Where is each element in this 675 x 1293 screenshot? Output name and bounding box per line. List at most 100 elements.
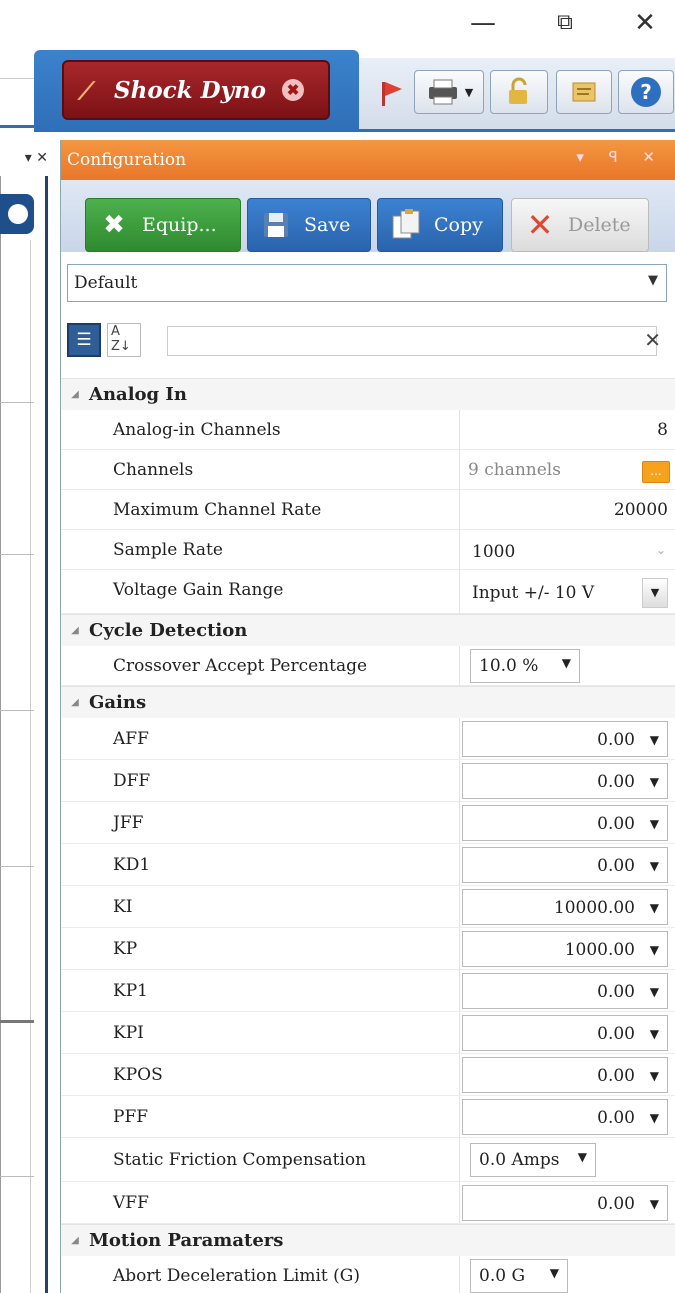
minimize-icon: —	[470, 8, 496, 38]
property-row[interactable]: KD1 0.00 ▼	[61, 844, 675, 886]
property-row[interactable]: KP1 0.00 ▼	[61, 970, 675, 1012]
category-title: Cycle Detection	[89, 620, 248, 641]
chevron-down-icon[interactable]: ▼	[650, 806, 659, 842]
numeric-field[interactable]: 1000.00 ▼	[462, 931, 668, 967]
categorized-view-icon[interactable]: ☰	[67, 323, 101, 357]
property-row[interactable]: JFF 0.00 ▼	[61, 802, 675, 844]
numeric-field[interactable]: 0.00 ▼	[462, 1185, 668, 1221]
property-value: 1000.00	[564, 940, 635, 960]
property-row[interactable]: Channels 9 channels ...	[61, 450, 675, 490]
chevron-down-icon[interactable]: ▼	[650, 722, 659, 758]
property-name: KPOS	[113, 1065, 163, 1085]
equip-button[interactable]: ✖ Equip...	[85, 198, 241, 252]
property-row[interactable]: Analog-in Channels 8	[61, 410, 675, 450]
collapse-triangle-icon[interactable]: ◢	[61, 625, 89, 636]
property-row[interactable]: KI 10000.00 ▼	[61, 886, 675, 928]
chevron-down-icon[interactable]: ▼	[650, 1058, 659, 1094]
property-name: KP1	[113, 981, 148, 1001]
clear-search-icon[interactable]: ✕	[644, 328, 661, 352]
category-gains[interactable]: ◢ Gains	[61, 686, 675, 718]
category-motion-parameters[interactable]: ◢ Motion Paramaters	[61, 1224, 675, 1256]
category-analog-in[interactable]: ◢ Analog In	[61, 378, 675, 410]
left-pane-selected-item[interactable]	[0, 194, 34, 234]
category-cycle-detection[interactable]: ◢ Cycle Detection	[61, 614, 675, 646]
left-pane-scrollbar[interactable]	[30, 240, 44, 1293]
sample-rate-dropdown[interactable]: 1000 ⌄	[459, 530, 675, 570]
property-value: 8	[657, 420, 668, 440]
chevron-down-icon[interactable]: ▼	[650, 932, 659, 968]
numeric-field[interactable]: 0.00 ▼	[462, 805, 668, 841]
flag-button[interactable]	[376, 76, 406, 110]
abort-deceleration-combo[interactable]: 0.0 G ▼	[470, 1259, 568, 1293]
property-row[interactable]: Abort Deceleration Limit (G) 0.0 G ▼	[61, 1256, 675, 1293]
property-row[interactable]: Static Friction Compensation 0.0 Amps ▼	[61, 1138, 675, 1182]
property-row[interactable]: PFF 0.00 ▼	[61, 1096, 675, 1138]
collapse-triangle-icon[interactable]: ◢	[61, 697, 89, 708]
property-row[interactable]: KP 1000.00 ▼	[61, 928, 675, 970]
chevron-down-icon[interactable]: ▼	[650, 1100, 659, 1136]
save-button[interactable]: Save	[247, 198, 371, 252]
chevron-down-icon[interactable]: ▼	[650, 1186, 659, 1222]
property-row[interactable]: Maximum Channel Rate 20000	[61, 490, 675, 530]
property-search-input[interactable]	[167, 326, 657, 356]
chevron-down-icon[interactable]: ▼	[650, 848, 659, 884]
chevron-down-icon[interactable]: ▼	[650, 890, 659, 926]
chevron-down-icon[interactable]: ▼	[650, 764, 659, 800]
shield-close-icon[interactable]: ✖	[282, 79, 304, 101]
lock-button[interactable]	[490, 70, 548, 114]
notes-button[interactable]	[556, 70, 612, 114]
property-row[interactable]: KPOS 0.00 ▼	[61, 1054, 675, 1096]
property-value: 0.00	[597, 730, 635, 750]
configuration-select[interactable]: Default ▼	[67, 264, 667, 302]
chevron-down-icon[interactable]: ▼	[650, 974, 659, 1010]
copy-button[interactable]: Copy	[377, 198, 503, 252]
chevron-down-icon: ▼	[561, 656, 571, 670]
property-name: Abort Deceleration Limit (G)	[113, 1266, 361, 1286]
chevron-down-icon[interactable]: ▼	[650, 1016, 659, 1052]
numeric-field[interactable]: 10000.00 ▼	[462, 889, 668, 925]
delete-button[interactable]: ✕ Delete	[511, 198, 649, 252]
static-friction-combo[interactable]: 0.0 Amps ▼	[470, 1143, 596, 1177]
panel-title-controls[interactable]: ▾ ꟼ ✕	[576, 148, 665, 166]
alphabetical-sort-icon[interactable]: A Z↓	[107, 323, 141, 357]
numeric-field[interactable]: 0.00 ▼	[462, 763, 668, 799]
collapse-triangle-icon[interactable]: ◢	[61, 389, 89, 400]
numeric-field[interactable]: 0.00 ▼	[462, 1015, 668, 1051]
property-value: Input +/- 10 V	[472, 583, 595, 603]
property-row[interactable]: Crossover Accept Percentage 10.0 % ▼	[61, 646, 675, 686]
property-row[interactable]: Sample Rate 1000 ⌄	[61, 530, 675, 570]
restore-button[interactable]: ⧉	[540, 4, 590, 42]
property-value: 0.00	[597, 1194, 635, 1214]
property-row[interactable]: Voltage Gain Range Input +/- 10 V ▼	[61, 570, 675, 614]
collapse-triangle-icon[interactable]: ◢	[61, 1235, 89, 1246]
tab-label: Shock Dyno	[114, 76, 266, 104]
minimize-button[interactable]: —	[458, 4, 508, 42]
numeric-field[interactable]: 0.00 ▼	[462, 847, 668, 883]
numeric-field[interactable]: 0.00 ▼	[462, 721, 668, 757]
tab-shock-dyno[interactable]: ⟋ Shock Dyno ✖	[62, 60, 330, 120]
crossover-percentage-combo[interactable]: 10.0 % ▼	[470, 649, 580, 683]
chevron-down-icon: ▼	[648, 273, 658, 288]
help-button[interactable]: ?	[618, 70, 674, 114]
property-name: KPI	[113, 1023, 144, 1043]
left-pane-controls[interactable]: ▾ ✕	[0, 144, 54, 172]
property-row[interactable]: KPI 0.00 ▼	[61, 1012, 675, 1054]
voltage-gain-dropdown[interactable]: Input +/- 10 V ▼	[459, 570, 675, 614]
ellipsis-button[interactable]: ...	[642, 461, 670, 483]
property-row[interactable]: DFF 0.00 ▼	[61, 760, 675, 802]
print-dropdown-icon[interactable]: ▼	[465, 86, 473, 99]
property-value: 0.0 G	[479, 1266, 526, 1286]
print-button[interactable]: ▼	[414, 70, 484, 114]
close-window-button[interactable]: ✕	[620, 4, 670, 42]
numeric-field[interactable]: 0.00 ▼	[462, 1099, 668, 1135]
property-value-cell: 0.00 ▼	[459, 970, 675, 1012]
floppy-disk-icon	[256, 205, 296, 245]
property-value-cell: 1000.00 ▼	[459, 928, 675, 970]
chevron-down-icon[interactable]: ▼	[642, 578, 668, 608]
numeric-field[interactable]: 0.00 ▼	[462, 973, 668, 1009]
left-pane-divider	[0, 402, 34, 403]
property-row[interactable]: AFF 0.00 ▼	[61, 718, 675, 760]
numeric-field[interactable]: 0.00 ▼	[462, 1057, 668, 1093]
property-row[interactable]: VFF 0.00 ▼	[61, 1182, 675, 1224]
property-name: Analog-in Channels	[113, 420, 281, 440]
